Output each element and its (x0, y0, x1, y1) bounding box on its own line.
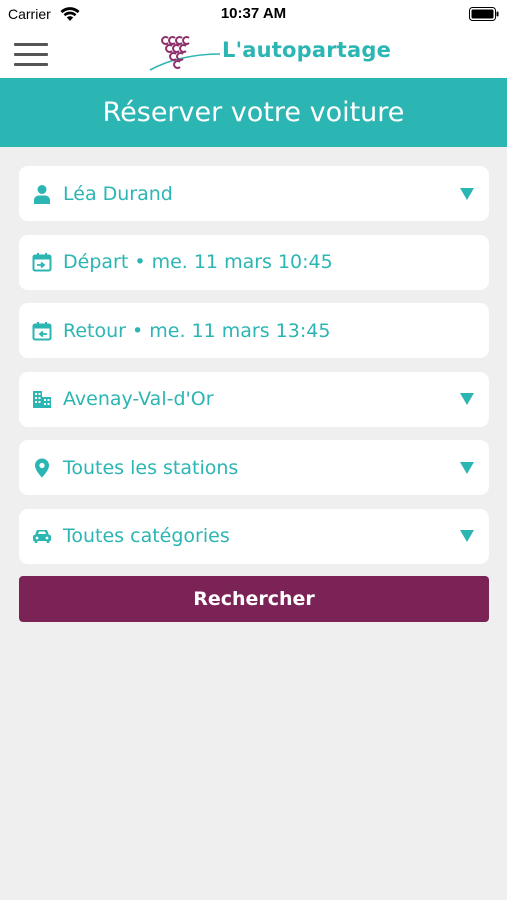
battery-icon (469, 7, 499, 21)
car-icon (33, 530, 51, 543)
person-icon (34, 184, 50, 204)
city-icon (33, 391, 51, 408)
calendar-departure-icon (32, 253, 52, 272)
menu-icon[interactable] (14, 43, 48, 67)
logo-text: L'autopartage (222, 38, 392, 62)
category-select[interactable]: Toutes catégories (19, 508, 489, 564)
chevron-down-icon (460, 461, 474, 474)
reservation-form: Léa Durand Départ • me. 11 mars 10:45 Re… (19, 166, 489, 577)
category-select-label: Toutes catégories (63, 525, 230, 547)
page-header: Réserver votre voiture (0, 78, 507, 147)
departure-date-label: Départ • me. 11 mars 10:45 (63, 251, 333, 273)
calendar-return-icon (32, 321, 52, 340)
chevron-down-icon (460, 393, 474, 405)
return-date-label: Retour • me. 11 mars 13:45 (63, 319, 331, 342)
user-select-label: Léa Durand (63, 182, 173, 205)
status-time: 10:37 AM (220, 5, 287, 22)
status-bar: Carrier 10:37 AM (0, 0, 507, 28)
nav-bar: L'autopartage (0, 28, 507, 78)
chevron-down-icon (460, 530, 474, 542)
departure-date-field[interactable]: Départ • me. 11 mars 10:45 (19, 234, 489, 290)
user-select[interactable]: Léa Durand (19, 166, 489, 221)
grape-logo-icon (149, 36, 220, 71)
page-title: Réserver votre voiture (102, 97, 405, 128)
city-select[interactable]: Avenay-Val-d'Or (19, 371, 489, 427)
return-date-field[interactable]: Retour • me. 11 mars 13:45 (19, 303, 489, 358)
station-select[interactable]: Toutes les stations (19, 440, 489, 495)
location-pin-icon (35, 458, 49, 477)
chevron-down-icon (460, 187, 474, 200)
station-select-label: Toutes les stations (63, 456, 239, 479)
search-button[interactable]: Rechercher (19, 576, 489, 622)
app-logo: L'autopartage (148, 30, 391, 76)
city-select-label: Avenay-Val-d'Or (63, 388, 214, 410)
